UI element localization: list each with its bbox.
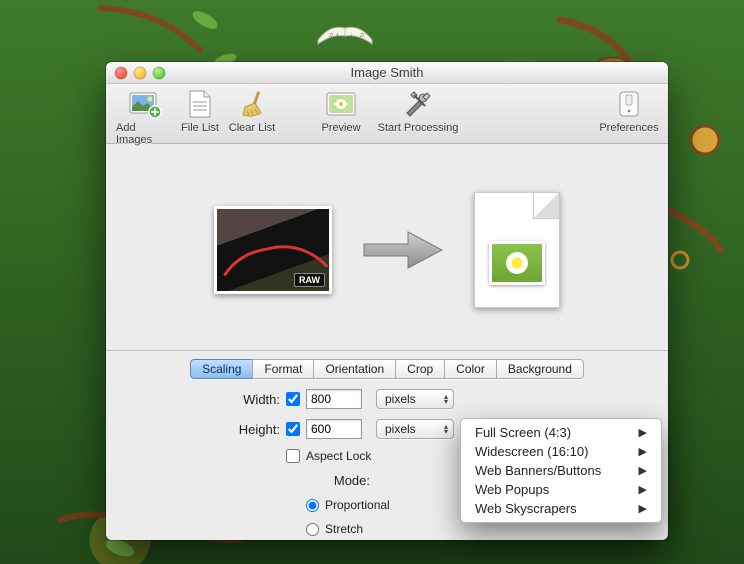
height-units-popup[interactable]: pixels ▴▾ bbox=[376, 419, 454, 439]
preferences-button[interactable]: Preferences bbox=[600, 88, 658, 134]
toolbar: Add Images File List bbox=[106, 84, 668, 144]
menu-item-label: Full Screen (4:3) bbox=[475, 425, 571, 440]
popup-value: pixels bbox=[385, 392, 416, 406]
preset-menu-item[interactable]: Widescreen (16:10) ▶ bbox=[461, 442, 661, 461]
preset-menu-item[interactable]: Full Screen (4:3) ▶ bbox=[461, 423, 661, 442]
preview-area: RAW bbox=[106, 150, 668, 350]
submenu-arrow-icon: ▶ bbox=[639, 426, 647, 439]
submenu-arrow-icon: ▶ bbox=[639, 445, 647, 458]
toolbar-label: Clear List bbox=[229, 122, 275, 134]
aspect-lock-label: Aspect Lock bbox=[306, 449, 371, 463]
popup-value: pixels bbox=[385, 422, 416, 436]
add-images-icon bbox=[127, 88, 163, 120]
clear-list-button[interactable]: Clear List bbox=[226, 88, 278, 146]
chevron-updown-icon: ▴▾ bbox=[442, 424, 450, 434]
aspect-lock-checkbox[interactable] bbox=[286, 449, 300, 463]
toolbar-label: Preferences bbox=[599, 122, 658, 134]
mode-stretch-label: Stretch bbox=[325, 522, 363, 536]
switch-icon bbox=[611, 88, 647, 120]
toolbar-label: Add Images bbox=[116, 122, 174, 146]
preview-button[interactable]: Preview bbox=[312, 88, 370, 134]
raw-tag: RAW bbox=[294, 273, 325, 287]
source-thumbnail: RAW bbox=[214, 206, 332, 294]
height-label: Height: bbox=[116, 422, 286, 437]
toolbar-label: File List bbox=[181, 122, 219, 134]
tab-format[interactable]: Format bbox=[252, 359, 313, 379]
preset-menu-item[interactable]: Web Skyscrapers ▶ bbox=[461, 499, 661, 518]
menu-item-label: Web Popups bbox=[475, 482, 549, 497]
preset-menu-item[interactable]: Web Popups ▶ bbox=[461, 480, 661, 499]
file-list-button[interactable]: File List bbox=[174, 88, 226, 146]
broom-icon bbox=[234, 88, 270, 120]
preview-icon bbox=[323, 88, 359, 120]
mode-proportional-label: Proportional bbox=[325, 498, 390, 512]
tools-icon bbox=[400, 88, 436, 120]
preset-menu: Full Screen (4:3) ▶ Widescreen (16:10) ▶… bbox=[460, 418, 662, 523]
width-label: Width: bbox=[116, 392, 286, 407]
settings-tabs: Scaling Format Orientation Crop Color Ba… bbox=[190, 359, 584, 379]
tab-scaling[interactable]: Scaling bbox=[190, 359, 252, 379]
tab-color[interactable]: Color bbox=[444, 359, 496, 379]
preset-menu-item[interactable]: Web Banners/Buttons ▶ bbox=[461, 461, 661, 480]
file-list-icon bbox=[182, 88, 218, 120]
tab-background[interactable]: Background bbox=[496, 359, 584, 379]
menu-item-label: Web Skyscrapers bbox=[475, 501, 577, 516]
submenu-arrow-icon: ▶ bbox=[639, 464, 647, 477]
tab-crop[interactable]: Crop bbox=[395, 359, 444, 379]
tab-orientation[interactable]: Orientation bbox=[313, 359, 395, 379]
submenu-arrow-icon: ▶ bbox=[639, 483, 647, 496]
start-processing-button[interactable]: Start Processing bbox=[370, 88, 466, 134]
arrow-icon bbox=[360, 228, 446, 272]
width-units-popup[interactable]: pixels ▴▾ bbox=[376, 389, 454, 409]
width-input[interactable] bbox=[306, 389, 362, 409]
menu-item-label: Widescreen (16:10) bbox=[475, 444, 588, 459]
mode-stretch-radio[interactable] bbox=[306, 523, 319, 536]
mode-label: Mode: bbox=[306, 473, 376, 488]
add-images-button[interactable]: Add Images bbox=[116, 88, 174, 146]
toolbar-label: Start Processing bbox=[378, 122, 459, 134]
height-input[interactable] bbox=[306, 419, 362, 439]
chevron-updown-icon: ▴▾ bbox=[442, 394, 450, 404]
menu-item-label: Web Banners/Buttons bbox=[475, 463, 601, 478]
toolbar-label: Preview bbox=[321, 122, 360, 134]
mode-proportional-radio[interactable] bbox=[306, 499, 319, 512]
height-enable-checkbox[interactable] bbox=[286, 422, 300, 436]
submenu-arrow-icon: ▶ bbox=[639, 502, 647, 515]
output-document bbox=[474, 192, 560, 308]
width-enable-checkbox[interactable] bbox=[286, 392, 300, 406]
titlebar[interactable]: Image Smith bbox=[106, 62, 668, 84]
window-title: Image Smith bbox=[106, 62, 668, 84]
